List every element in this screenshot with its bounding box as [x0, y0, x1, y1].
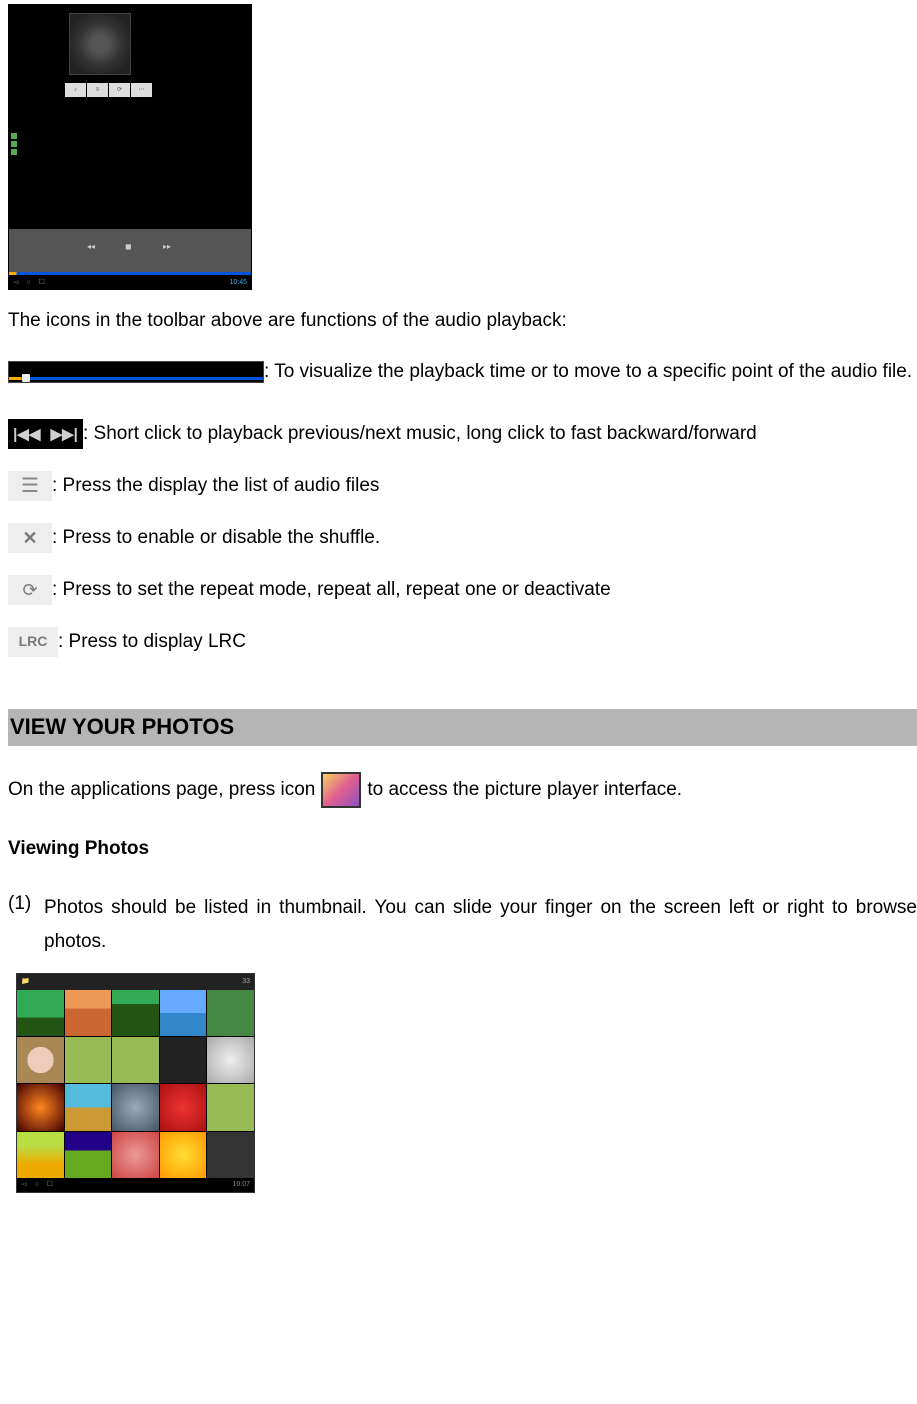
- photo-intro-suffix: to access the picture player interface.: [367, 777, 682, 804]
- album-art-icon: [69, 13, 131, 75]
- list-number-1: (1): [8, 891, 44, 918]
- repeat-icon: ⟳: [8, 575, 52, 605]
- seekbar-description: : To visualize the playback time or to m…: [264, 359, 912, 386]
- playlist-icon: ☰: [8, 471, 52, 501]
- gallery-app-icon: [321, 772, 361, 808]
- statusbar-time: 10:45: [229, 278, 247, 288]
- list-description: : Press the display the list of audio fi…: [52, 473, 379, 500]
- gallery-folder-icon: 📁: [21, 977, 30, 987]
- gallery-count: 33: [242, 977, 250, 987]
- prevnext-description: : Short click to playback previous/next …: [83, 421, 757, 448]
- seekbar-icon: [8, 361, 264, 383]
- shuffle-icon: ✕: [8, 523, 52, 553]
- section-header-photos: VIEW YOUR PHOTOS: [8, 709, 917, 746]
- repeat-description: : Press to set the repeat mode, repeat a…: [52, 577, 611, 604]
- music-player-screenshot: ♪ ≡ ⟳ ⋯ ◂◂ ◼ ▸▸ ◅○☐ 10:45: [8, 4, 252, 290]
- prev-next-icon: |◀◀▶▶|: [8, 419, 83, 449]
- viewing-photos-heading: Viewing Photos: [8, 836, 917, 863]
- lrc-icon: LRC: [8, 627, 58, 657]
- intro-text: The icons in the toolbar above are funct…: [8, 308, 917, 335]
- photo-intro-prefix: On the applications page, press icon: [8, 777, 315, 804]
- shuffle-description: : Press to enable or disable the shuffle…: [52, 525, 380, 552]
- list-text-1: Photos should be listed in thumbnail. Yo…: [44, 891, 917, 959]
- lrc-description: : Press to display LRC: [58, 629, 246, 656]
- gallery-statusbar-time: 10:07: [232, 1180, 250, 1190]
- gallery-screenshot: 📁 33 ◅○☐ 10:07: [16, 973, 255, 1193]
